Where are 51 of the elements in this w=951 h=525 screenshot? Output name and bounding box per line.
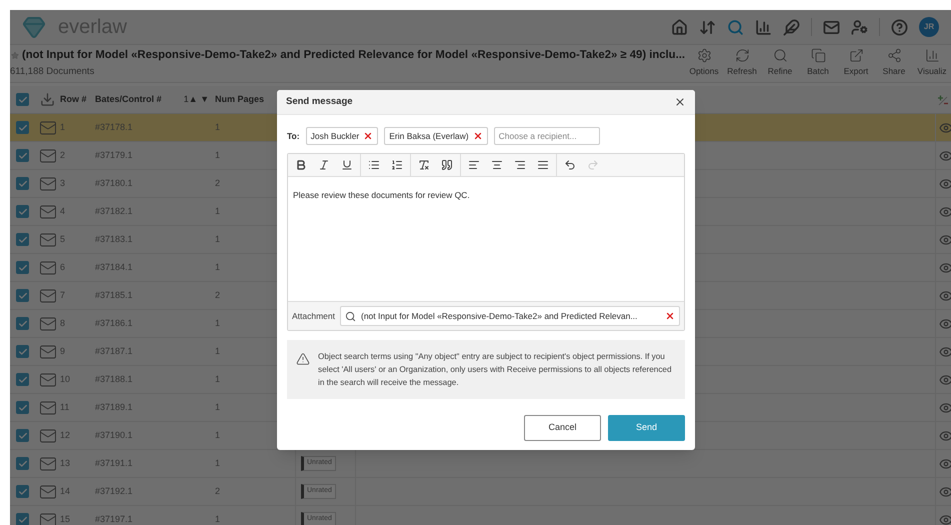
table-cell-text: 1 <box>215 120 222 134</box>
table-cell-text: 2 <box>215 288 222 302</box>
table-cell-text: #37178.1 <box>95 120 134 134</box>
table-cell-text: 15 <box>60 512 72 525</box>
table-cell-text: 8 <box>60 316 66 330</box>
table-cell-text: #37179.1 <box>95 148 134 162</box>
table-cell-text: 1 <box>215 204 222 218</box>
table-cell-text: 1 <box>215 428 222 442</box>
table-cell-text: #37183.1 <box>95 232 134 246</box>
table-cell-text: 1 <box>60 120 66 134</box>
table-cell-text: 1 <box>215 232 222 246</box>
table-cell-text: #37191.1 <box>95 456 134 470</box>
table-cell-text: 6 <box>60 260 66 274</box>
table-cell-text: 1 <box>215 148 222 162</box>
table-cell-text: #37189.1 <box>95 400 134 414</box>
search-title: (not Input for Model «Responsive-Demo-Take2» and Predicted Relevance for Model «Responsive-Demo-Take2» ≥ 49) inclu... <box>22 48 685 63</box>
table-cell-text: 1 <box>215 372 222 386</box>
table-cell-text: #37182.1 <box>95 204 134 218</box>
table-cell-text: 2 <box>215 176 222 190</box>
table-cell-text: 13 <box>60 456 72 470</box>
table-cell-text: #37188.1 <box>95 372 134 386</box>
table-cell-text: #37185.1 <box>95 288 134 302</box>
table-cell-text: #37190.1 <box>95 428 134 442</box>
table-cell-text: 1 <box>215 260 222 274</box>
table-cell-text: #37184.1 <box>95 260 134 274</box>
table-cell-text: 9 <box>60 344 66 358</box>
table-cell-text: 2 <box>215 484 222 498</box>
table-cell-text: 3 <box>60 176 66 190</box>
table-cell-text: 1 <box>215 456 222 470</box>
table-cell-text: #37180.1 <box>95 176 134 190</box>
table-cell-text: 14 <box>60 484 72 498</box>
table-cell-text: 1 <box>215 512 222 525</box>
table-cell-text: 1 <box>215 400 222 414</box>
to-label: To: <box>287 130 300 142</box>
document-count: 611,188 Documents <box>10 64 96 79</box>
table-cell-text: 12 <box>60 428 72 442</box>
table-cell-text: 10 <box>60 372 72 386</box>
table-cell-text: 4 <box>60 204 66 218</box>
table-cell-text: #37197.1 <box>95 512 134 525</box>
table-cell-text: 1 <box>215 316 222 330</box>
table-cell-text: 11 <box>60 400 70 414</box>
attachment-label: Attachment <box>292 310 335 322</box>
table-cell-text: #37186.1 <box>95 316 134 330</box>
dialog-title: Send message <box>286 94 353 109</box>
table-cell-text: 2 <box>60 148 66 162</box>
table-cell-text: 7 <box>60 288 66 302</box>
table-cell-text: #37187.1 <box>95 344 134 358</box>
table-cell-text: 5 <box>60 232 66 246</box>
table-cell-text: #37192.1 <box>95 484 134 498</box>
table-cell-text: 1 <box>215 344 222 358</box>
notice-text: Object search terms using "Any object" entry are subject to recipient's object permissions. If you select 'All users' or an Organization, only users with Receive permissions to all objects referenced in the search will receive the message. <box>318 351 673 389</box>
